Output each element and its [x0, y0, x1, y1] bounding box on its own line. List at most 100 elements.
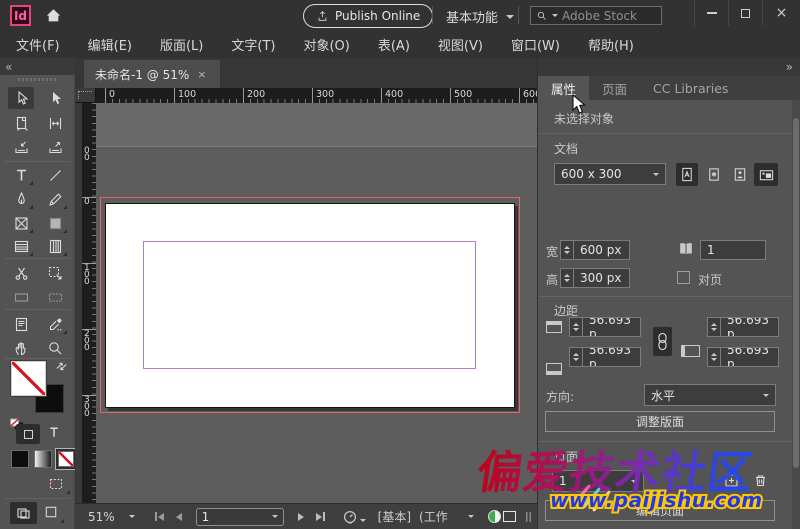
screen-mode-preview-button[interactable]: [43, 504, 65, 524]
tool-eyedropper[interactable]: [42, 313, 68, 335]
view-options-icon[interactable]: [47, 475, 71, 495]
fill-color-well[interactable]: [11, 361, 46, 396]
zoom-level-value[interactable]: 51%: [88, 510, 115, 524]
preset-new-document-button[interactable]: [703, 163, 725, 186]
tool-rectangle[interactable]: [42, 212, 68, 234]
page-number-field[interactable]: 1: [196, 508, 284, 526]
menu-edit[interactable]: 编辑(E): [88, 35, 146, 54]
next-page-button[interactable]: [298, 513, 304, 521]
tool-gradient-swatch[interactable]: [8, 286, 34, 308]
publish-online-button[interactable]: Publish Online: [303, 4, 433, 28]
tool-content-placer[interactable]: [42, 136, 68, 158]
tool-gap[interactable]: [42, 112, 68, 134]
menu-help[interactable]: 帮助(H): [588, 35, 648, 54]
first-page-button[interactable]: [155, 512, 164, 521]
collapse-panel-icon[interactable]: «: [5, 60, 10, 74]
panel-scrollbar-thumb[interactable]: [793, 118, 799, 468]
margin-bottom-stepper[interactable]: [569, 347, 582, 367]
width-stepper[interactable]: [560, 240, 573, 260]
tool-line[interactable]: [42, 164, 68, 186]
margin-top-field[interactable]: 56.693 p: [582, 317, 641, 337]
menu-type[interactable]: 文字(T): [231, 35, 289, 54]
tool-content-collector[interactable]: [8, 136, 34, 158]
tool-direct-selection[interactable]: [42, 87, 68, 109]
document-tab[interactable]: 未命名-1 @ 51% ×: [84, 60, 220, 88]
swap-fill-stroke-icon[interactable]: [55, 360, 68, 373]
margin-bottom-field[interactable]: 56.693 p: [582, 347, 641, 367]
apply-none-button[interactable]: [55, 448, 77, 470]
tool-pencil[interactable]: [42, 188, 68, 210]
tool-scissors[interactable]: [8, 262, 34, 284]
expand-panel-icon[interactable]: »: [786, 60, 791, 74]
edit-pages-button[interactable]: 编辑页面: [545, 500, 775, 521]
page-count-field[interactable]: 1: [700, 240, 766, 260]
previous-page-button[interactable]: [176, 513, 182, 521]
width-field[interactable]: 600 px: [573, 240, 630, 260]
screen-mode-normal-button[interactable]: [10, 502, 37, 524]
margin-left-field[interactable]: 56.693 p: [720, 317, 779, 337]
margin-top-stepper[interactable]: [569, 317, 582, 337]
orientation-portrait-button[interactable]: [729, 163, 751, 186]
adobe-stock-search-input[interactable]: Adobe Stock: [530, 6, 662, 25]
tool-zoom[interactable]: [42, 337, 68, 359]
orientation-landscape-button[interactable]: [754, 163, 778, 186]
preflight-menu-chevron-icon[interactable]: [468, 515, 474, 518]
tab-close-icon[interactable]: ×: [197, 68, 206, 81]
tab-properties[interactable]: 属性: [538, 76, 589, 100]
close-button[interactable]: ×: [762, 0, 800, 26]
margin-left-stepper[interactable]: [707, 317, 720, 337]
preflight-chevron-icon[interactable]: [360, 519, 366, 522]
link-margins-button[interactable]: [653, 327, 672, 356]
menu-object[interactable]: 对象(O): [303, 35, 363, 54]
tool-horizontal-grid[interactable]: [8, 235, 34, 257]
tool-selection[interactable]: [8, 87, 34, 109]
tool-pen[interactable]: [8, 188, 34, 210]
tool-type[interactable]: [8, 164, 34, 186]
preset-a4-button[interactable]: [676, 163, 698, 186]
menu-file[interactable]: 文件(F): [16, 35, 74, 54]
minimize-button[interactable]: [694, 0, 728, 26]
menu-window[interactable]: 窗口(W): [511, 35, 574, 54]
add-page-icon[interactable]: [723, 472, 740, 489]
apply-gradient-button[interactable]: [34, 450, 52, 468]
tab-pages[interactable]: 页面: [589, 76, 640, 100]
tools-drag-handle[interactable]: [18, 78, 58, 81]
formatting-affects-text-button[interactable]: [46, 424, 62, 440]
workspace-switcher[interactable]: 基本功能: [446, 7, 514, 26]
home-icon[interactable]: [44, 5, 63, 24]
menu-view[interactable]: 视图(V): [438, 35, 497, 54]
orientation-dropdown[interactable]: 水平: [644, 384, 776, 406]
margin-right-field[interactable]: 56.693 p: [720, 347, 779, 367]
delete-page-icon[interactable]: [752, 472, 769, 489]
document-preset-dropdown[interactable]: 600 x 300: [554, 163, 666, 185]
tab-cc-libraries[interactable]: CC Libraries: [640, 76, 741, 100]
formatting-affects-container-button[interactable]: [16, 424, 40, 444]
facing-pages-checkbox[interactable]: [677, 271, 690, 284]
vertical-ruler[interactable]: 00 0 100 200 300: [82, 103, 96, 503]
tool-page[interactable]: [8, 112, 34, 134]
preflight-indicator-icon[interactable]: [343, 510, 357, 524]
maximize-button[interactable]: [728, 0, 762, 26]
adjust-layout-button[interactable]: 调整版面: [545, 411, 775, 432]
tool-hand[interactable]: [8, 337, 34, 359]
preflight-profile[interactable]: [基本]: [378, 508, 411, 525]
margin-right-stepper[interactable]: [707, 347, 720, 367]
panel-scrollbar[interactable]: [792, 100, 800, 529]
height-stepper[interactable]: [560, 268, 573, 288]
ruler-origin-box[interactable]: [75, 88, 96, 103]
tool-gradient-feather[interactable]: [42, 286, 68, 308]
height-field[interactable]: 300 px: [573, 268, 630, 288]
document-canvas[interactable]: 0 100 200 300 400 500 600 00 0 100 200 3…: [75, 88, 537, 503]
tool-free-transform[interactable]: [42, 262, 68, 284]
horizontal-ruler[interactable]: 0 100 200 300 400 500 600: [96, 88, 537, 103]
page-select-dropdown[interactable]: 1: [552, 470, 644, 492]
tool-vertical-grid[interactable]: [42, 235, 68, 257]
tool-note[interactable]: [8, 313, 34, 335]
apply-color-button[interactable]: [11, 450, 29, 468]
zoom-level-chevron-icon[interactable]: [129, 515, 135, 518]
menu-table[interactable]: 表(A): [378, 35, 424, 54]
menu-layout[interactable]: 版面(L): [160, 35, 217, 54]
tool-frame[interactable]: [8, 212, 34, 234]
resize-grip[interactable]: [526, 512, 533, 522]
pasteboard[interactable]: [96, 103, 537, 503]
